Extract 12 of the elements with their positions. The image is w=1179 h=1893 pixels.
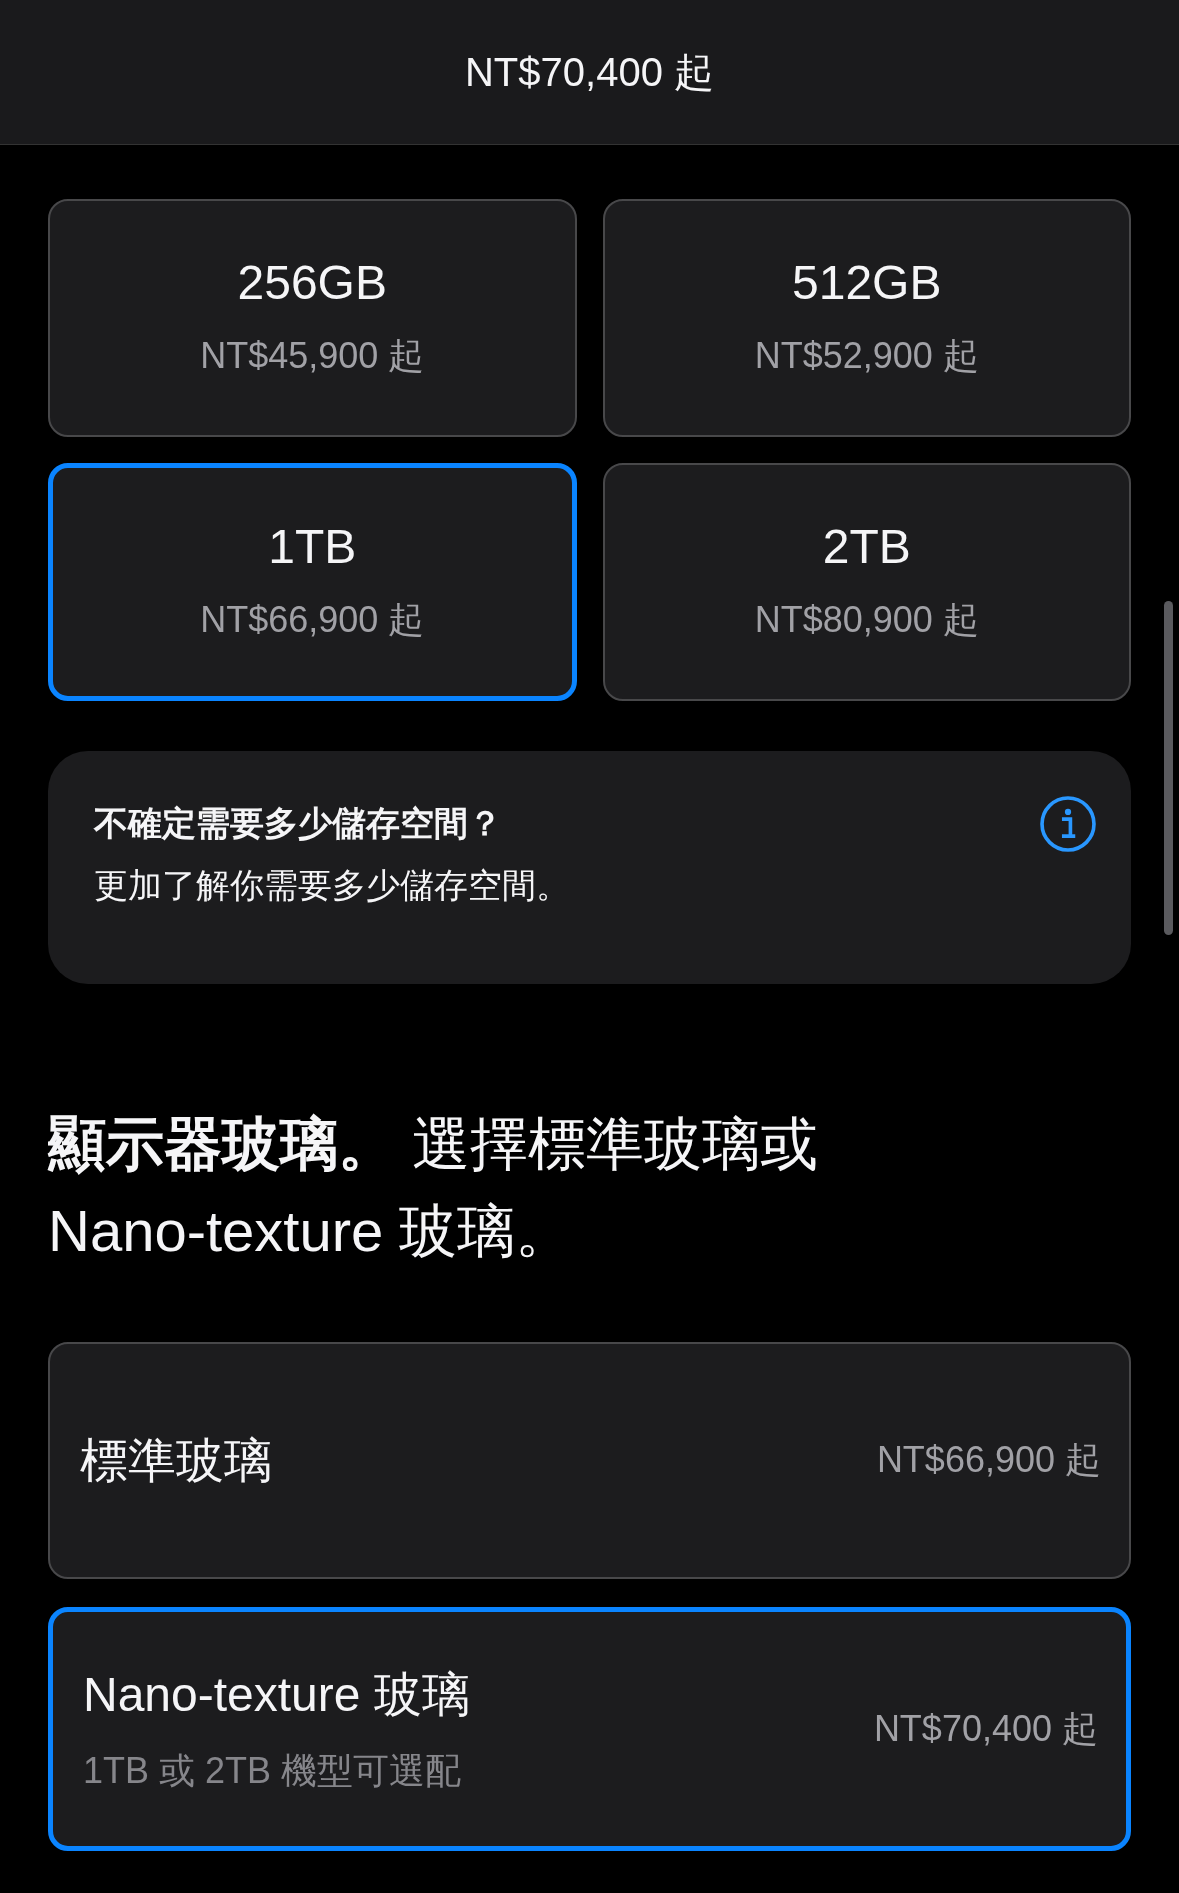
storage-option[interactable]: 256GB NT$45,900 起 [48,199,577,437]
scrollbar[interactable] [1164,601,1173,935]
glass-option[interactable]: 標準玻璃 NT$66,900 起 [48,1342,1131,1579]
total-price: NT$70,400 起 [465,48,714,96]
storage-option[interactable]: 512GB NT$52,900 起 [602,199,1131,437]
storage-option[interactable]: 2TB NT$80,900 起 [602,463,1131,701]
glass-option[interactable]: Nano-texture 玻璃 1TB 或 2TB 機型可選配 NT$70,400 起 [48,1607,1131,1851]
help-link[interactable]: 更加了解你需要多少儲存空間。 [94,859,570,911]
storage-option[interactable]: 1TB NT$66,900 起 [48,463,577,701]
section-heading: 顯示器玻璃。 選擇標準玻璃或 Nano-texture 玻璃。 [48,1110,820,1265]
info-icon[interactable] [1039,795,1097,853]
help-title: 不確定需要多少儲存空間？ [94,803,502,844]
